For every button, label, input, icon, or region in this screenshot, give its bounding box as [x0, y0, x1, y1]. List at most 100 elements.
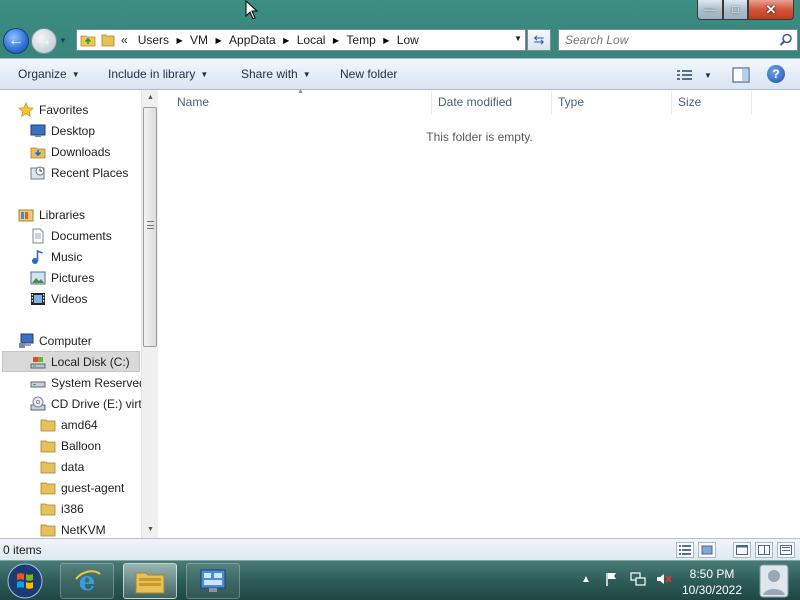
- nav-music[interactable]: Music: [30, 247, 82, 267]
- maximize-button[interactable]: □: [723, 0, 748, 20]
- breadcrumb-local[interactable]: Local ▶: [291, 30, 341, 50]
- nav-libraries[interactable]: Libraries: [18, 205, 85, 225]
- explorer-window: — □ ✕ ← → ▼ « Users ▶ VM ▶ AppData ▶ Local ▶…: [0, 0, 800, 560]
- nav-desktop[interactable]: Desktop: [30, 121, 95, 141]
- nav-system-reserved[interactable]: System Reserved: [30, 373, 141, 393]
- star-icon: [18, 102, 34, 118]
- nav-videos[interactable]: Videos: [30, 289, 87, 309]
- breadcrumb-temp[interactable]: Temp ▶: [340, 30, 390, 50]
- nav-local-disk-c[interactable]: Local Disk (C:): [2, 351, 140, 372]
- recent-pages-dropdown[interactable]: ▼: [59, 36, 69, 46]
- navigation-scrollbar[interactable]: ▲ ▼: [141, 90, 158, 538]
- chevron-right-icon[interactable]: ▶: [175, 36, 184, 45]
- chevron-right-icon[interactable]: ▶: [282, 36, 291, 45]
- refresh-icon: ⇆: [533, 32, 545, 47]
- folder-icon: [40, 501, 56, 517]
- search-input[interactable]: [565, 33, 775, 47]
- breadcrumb-users[interactable]: Users ▶: [132, 30, 184, 50]
- preview-pane-icon[interactable]: [731, 66, 751, 84]
- nav-cd-drive-e[interactable]: CD Drive (E:) virti: [30, 394, 141, 414]
- close-icon: ✕: [765, 1, 777, 17]
- internet-explorer-icon: e: [75, 567, 101, 596]
- grip-icon: [147, 221, 154, 229]
- back-arrow-icon: ←: [8, 32, 24, 49]
- nav-downloads[interactable]: Downloads: [30, 142, 110, 162]
- user-icon: [759, 564, 789, 598]
- notification-area: ▲: [578, 571, 682, 587]
- close-button[interactable]: ✕: [748, 0, 794, 20]
- help-icon[interactable]: ?: [767, 65, 785, 83]
- chevron-down-icon: ▼: [302, 69, 311, 79]
- breadcrumb-overflow[interactable]: «: [115, 30, 132, 50]
- taskbar-windows-explorer[interactable]: [123, 563, 177, 599]
- chevron-down-icon: ▼: [71, 69, 80, 79]
- network-icon[interactable]: [630, 571, 646, 587]
- breadcrumb-vm[interactable]: VM ▶: [184, 30, 223, 50]
- folder-icon: [40, 438, 56, 454]
- windows-logo-icon: [7, 563, 43, 599]
- navigation-pane: Favorites Desktop Downloads Recent Place…: [0, 90, 141, 538]
- sort-ascending-icon: ▲: [297, 88, 304, 95]
- back-button[interactable]: ←: [3, 28, 29, 54]
- layout-list-pane-icon[interactable]: [777, 542, 795, 558]
- forward-button[interactable]: →: [31, 28, 57, 54]
- change-view-button[interactable]: ▼: [676, 67, 716, 83]
- chevron-right-icon[interactable]: ▶: [382, 36, 391, 45]
- layout-single-pane-icon[interactable]: [733, 542, 751, 558]
- search-icon[interactable]: [779, 33, 793, 47]
- windows-explorer-icon: [135, 572, 165, 594]
- cd-drive-icon: [30, 396, 46, 412]
- share-with-menu[interactable]: Share with ▼: [241, 67, 311, 81]
- column-header-type[interactable]: Type: [552, 90, 672, 114]
- large-icons-view-icon[interactable]: [698, 542, 716, 558]
- nav-recent-places[interactable]: Recent Places: [30, 163, 128, 183]
- address-bar[interactable]: « Users ▶ VM ▶ AppData ▶ Local ▶ Temp ▶ Low ▼: [76, 29, 526, 51]
- include-in-library-menu[interactable]: Include in library ▼: [108, 67, 208, 81]
- command-bar: Organize ▼ Include in library ▼ Share with…: [0, 58, 800, 90]
- user-avatar-button[interactable]: [750, 562, 798, 600]
- minimize-button[interactable]: —: [697, 0, 723, 20]
- nav-favorites[interactable]: Favorites: [18, 100, 88, 120]
- nav-folder-balloon[interactable]: Balloon: [40, 436, 101, 456]
- breadcrumb-low[interactable]: Low: [391, 30, 425, 50]
- address-dropdown-icon[interactable]: ▼: [514, 34, 522, 43]
- chevron-right-icon[interactable]: ▶: [214, 36, 223, 45]
- breadcrumb-appdata[interactable]: AppData ▶: [223, 30, 291, 50]
- scroll-up-icon[interactable]: ▲: [142, 90, 159, 106]
- refresh-button[interactable]: ⇆: [527, 29, 551, 51]
- content-area: Favorites Desktop Downloads Recent Place…: [0, 88, 800, 538]
- chevron-right-icon[interactable]: ▶: [331, 36, 340, 45]
- scroll-down-icon[interactable]: ▼: [142, 522, 159, 538]
- nav-folder-netkvm[interactable]: NetKVM: [40, 520, 106, 538]
- show-hidden-icons-button[interactable]: ▲: [578, 571, 594, 587]
- column-header-size[interactable]: Size: [672, 90, 752, 114]
- system-clock[interactable]: 8:50 PM 10/30/2022: [676, 566, 748, 598]
- downloads-folder-icon: [30, 144, 46, 160]
- chevron-down-icon[interactable]: ▼: [704, 71, 712, 80]
- scrollbar-thumb[interactable]: [143, 107, 157, 347]
- title-bar[interactable]: — □ ✕: [0, 0, 800, 26]
- details-view-icon[interactable]: [676, 542, 694, 558]
- folder-up-icon: [78, 30, 98, 50]
- layout-split-pane-icon[interactable]: [755, 542, 773, 558]
- nav-folder-guest-agent[interactable]: guest-agent: [40, 478, 124, 498]
- organize-menu[interactable]: Organize ▼: [18, 67, 80, 81]
- nav-folder-i386[interactable]: i386: [40, 499, 84, 519]
- search-box[interactable]: [558, 29, 798, 51]
- column-header-date-modified[interactable]: Date modified: [432, 90, 552, 114]
- file-list-pane[interactable]: Name ▲ Date modified Type Size This fold…: [159, 88, 800, 538]
- nav-documents[interactable]: Documents: [30, 226, 112, 246]
- nav-folder-data[interactable]: data: [40, 457, 84, 477]
- taskbar-internet-explorer[interactable]: e: [60, 563, 114, 599]
- action-center-flag-icon[interactable]: [604, 571, 620, 587]
- volume-muted-icon[interactable]: [656, 571, 672, 587]
- empty-folder-message: This folder is empty.: [426, 130, 533, 144]
- item-count: 0 items: [3, 543, 42, 557]
- new-folder-button[interactable]: New folder: [340, 67, 397, 81]
- videos-icon: [30, 291, 46, 307]
- taskbar-control-panel[interactable]: [186, 563, 240, 599]
- nav-folder-amd64[interactable]: amd64: [40, 415, 98, 435]
- nav-pictures[interactable]: Pictures: [30, 268, 94, 288]
- start-button[interactable]: [2, 562, 48, 600]
- nav-computer[interactable]: Computer: [18, 331, 92, 351]
